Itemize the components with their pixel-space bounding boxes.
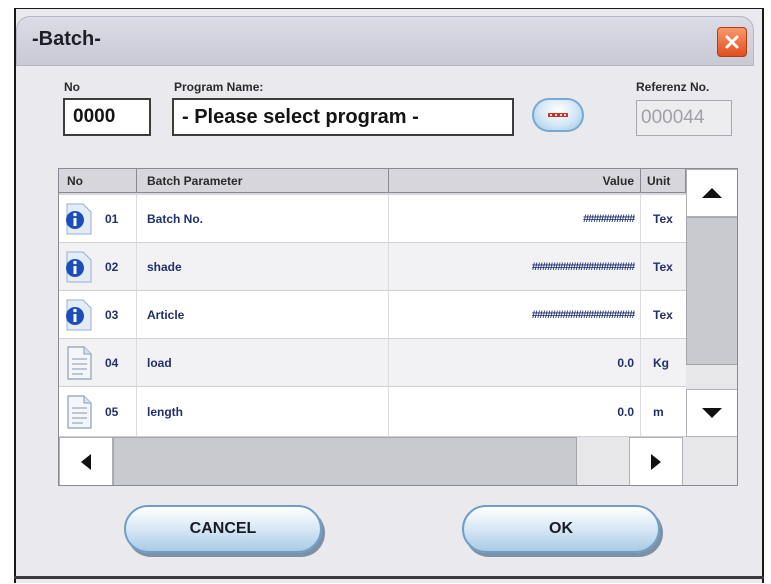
document-icon	[67, 394, 92, 429]
browse-program-button[interactable]	[532, 98, 584, 132]
row-value: ##########	[389, 195, 641, 242]
table-row[interactable]: 05 length 0.0 m	[59, 387, 686, 437]
row-unit: Tex	[653, 259, 673, 274]
row-parameter: length	[137, 387, 389, 436]
row-value: ####################	[389, 243, 641, 290]
scroll-down-button[interactable]	[686, 389, 737, 437]
row-no: 04	[99, 339, 137, 386]
row-unit: m	[653, 404, 664, 419]
column-header-value[interactable]: Value	[389, 169, 641, 193]
row-unit: Tex	[653, 307, 673, 322]
row-unit: Tex	[653, 211, 673, 226]
row-parameter: Article	[137, 291, 389, 338]
scroll-up-button[interactable]	[686, 169, 737, 217]
info-icon	[66, 203, 92, 234]
row-parameter: load	[137, 339, 389, 386]
row-value: 0.0	[389, 387, 641, 436]
no-label: No	[64, 80, 80, 94]
close-button[interactable]	[717, 27, 747, 57]
program-name-label: Program Name:	[174, 80, 264, 94]
column-header-unit[interactable]: Unit	[641, 169, 686, 193]
row-parameter: shade	[137, 243, 389, 290]
info-icon	[66, 251, 92, 282]
vertical-scroll-thumb[interactable]	[686, 217, 737, 365]
program-name-field[interactable]: - Please select program -	[172, 98, 514, 136]
arrow-right-icon	[651, 453, 661, 470]
window-bottom-border	[14, 576, 764, 579]
row-value: ####################	[389, 291, 641, 338]
cancel-button[interactable]: CANCEL	[124, 505, 322, 553]
close-icon	[725, 35, 739, 49]
column-header-batch-parameter[interactable]: Batch Parameter	[137, 169, 389, 193]
batch-parameter-table: No Batch Parameter Value Unit 01 Batch N…	[58, 168, 738, 486]
row-no: 05	[99, 387, 137, 436]
table-row[interactable]: 04 load 0.0 Kg	[59, 339, 686, 387]
table-row[interactable]: 02 shade #################### Tex	[59, 243, 686, 291]
table-row[interactable]: 01 Batch No. ########## Tex	[59, 195, 686, 243]
row-no: 03	[99, 291, 137, 338]
horizontal-scroll-thumb[interactable]	[113, 437, 577, 485]
vertical-scrollbar[interactable]	[686, 169, 737, 437]
table-row[interactable]: 03 Article #################### Tex	[59, 291, 686, 339]
arrow-up-icon	[702, 188, 722, 198]
ok-button[interactable]: OK	[462, 505, 660, 553]
row-value: 0.0	[389, 339, 641, 386]
scroll-right-button[interactable]	[629, 437, 683, 485]
scroll-left-button[interactable]	[59, 437, 113, 485]
row-no: 01	[99, 195, 137, 242]
document-icon	[67, 345, 92, 380]
dialog-title: -Batch-	[32, 28, 101, 50]
horizontal-scrollbar[interactable]	[59, 437, 737, 485]
ellipsis-icon	[548, 113, 568, 117]
arrow-left-icon	[81, 453, 91, 470]
row-parameter: Batch No.	[137, 195, 389, 242]
referenz-field: 000044	[636, 100, 732, 136]
title-bar	[16, 16, 754, 66]
row-no: 02	[99, 243, 137, 290]
info-icon	[66, 299, 92, 330]
row-unit: Kg	[653, 355, 669, 370]
referenz-label: Referenz No.	[636, 80, 710, 94]
no-field[interactable]: 0000	[63, 98, 151, 136]
column-header-no[interactable]: No	[59, 169, 137, 193]
arrow-down-icon	[702, 408, 722, 418]
